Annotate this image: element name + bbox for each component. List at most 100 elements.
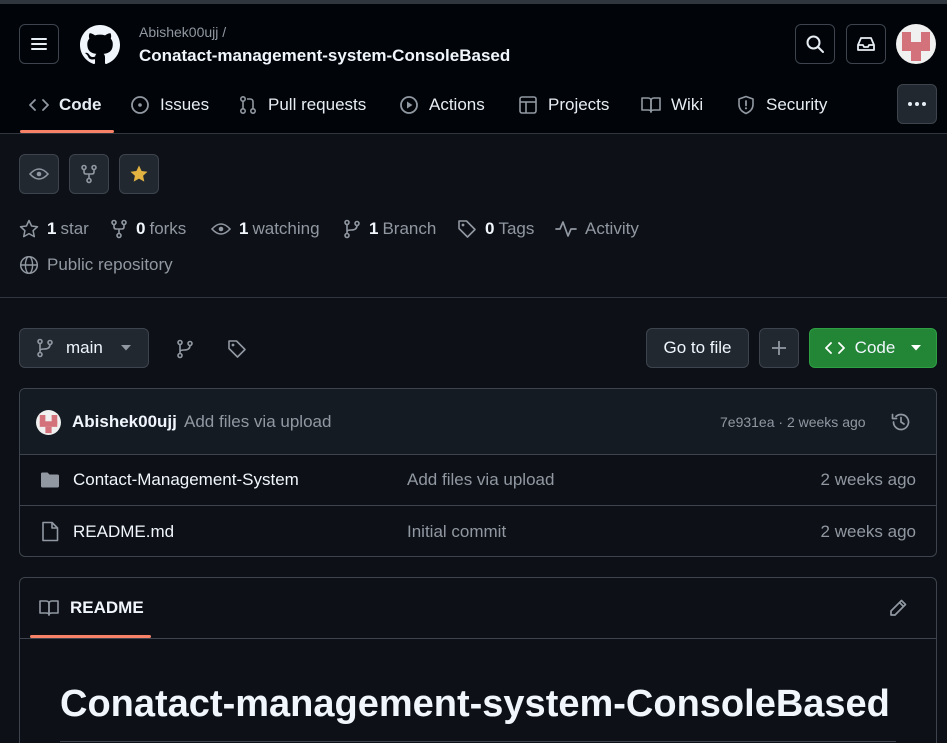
file-icon xyxy=(41,506,59,556)
branch-name: main xyxy=(66,338,103,357)
caret-down-icon xyxy=(120,345,131,351)
tag-count: 0 xyxy=(485,219,495,238)
branches-link[interactable]: 1 Branch xyxy=(343,217,436,241)
watchers-link[interactable]: 1 watching xyxy=(211,217,320,241)
hamburger-icon xyxy=(30,36,48,52)
edit-readme-button[interactable] xyxy=(888,598,910,620)
branches-button[interactable] xyxy=(172,336,198,362)
more-tabs-button[interactable] xyxy=(897,84,937,124)
github-logo-icon[interactable] xyxy=(80,25,120,65)
tag-icon xyxy=(457,219,477,239)
book-icon xyxy=(38,599,60,617)
kebab-horizontal-icon xyxy=(907,101,927,107)
eye-icon xyxy=(29,167,49,181)
file-name-link[interactable]: README.md xyxy=(73,506,174,556)
tab-issues-label: Issues xyxy=(160,95,210,114)
code-icon xyxy=(824,340,845,356)
tab-pull-requests-label: Pull requests xyxy=(268,95,367,114)
menu-button[interactable] xyxy=(19,24,59,64)
tab-code[interactable]: Code xyxy=(29,92,102,118)
search-icon xyxy=(805,34,825,54)
play-icon xyxy=(399,95,419,115)
shield-icon xyxy=(736,95,756,115)
caret-down-icon xyxy=(911,345,922,351)
tags-button[interactable] xyxy=(224,336,250,362)
star-label: star xyxy=(60,219,89,238)
globe-icon xyxy=(19,255,39,275)
tag-label: Tags xyxy=(498,219,535,238)
tag-icon xyxy=(227,339,247,359)
pull-request-icon xyxy=(238,95,258,115)
star-count: 1 xyxy=(47,219,57,238)
tab-projects-label: Projects xyxy=(548,95,610,114)
star-icon xyxy=(19,219,39,239)
readme-tab[interactable]: README xyxy=(38,598,144,618)
table-row: Contact-Management-System Add files via … xyxy=(20,455,936,506)
fork-icon xyxy=(80,164,98,184)
author-avatar[interactable] xyxy=(36,410,61,435)
file-name-link[interactable]: Contact-Management-System xyxy=(73,455,299,505)
readme-heading-rule xyxy=(60,741,896,742)
inbox-button[interactable] xyxy=(846,24,886,64)
file-commit-message[interactable]: Initial commit xyxy=(407,506,506,556)
tab-issues[interactable]: Issues xyxy=(130,92,209,118)
fork-label: forks xyxy=(149,219,187,238)
search-button[interactable] xyxy=(795,24,835,64)
tab-actions[interactable]: Actions xyxy=(399,92,485,118)
readme-tab-label: README xyxy=(70,598,144,617)
tab-wiki[interactable]: Wiki xyxy=(641,92,703,118)
readme-panel: README Conatact-management-system-Consol… xyxy=(19,577,937,743)
branch-count: 1 xyxy=(369,219,379,238)
file-commit-message[interactable]: Add files via upload xyxy=(407,455,554,505)
go-to-file-button[interactable]: Go to file xyxy=(646,328,749,368)
tab-projects[interactable]: Projects xyxy=(518,92,609,118)
add-file-button[interactable] xyxy=(759,328,799,368)
watch-count: 1 xyxy=(239,219,249,238)
tab-security-label: Security xyxy=(766,95,828,114)
watch-button[interactable] xyxy=(19,154,59,194)
commit-hash-age[interactable]: 7e931ea · 2 weeks ago xyxy=(720,389,866,454)
forks-link[interactable]: 0 forks xyxy=(110,217,186,241)
readme-tab-indicator xyxy=(30,635,151,638)
stars-link[interactable]: 1 star xyxy=(19,217,89,241)
section-divider xyxy=(0,297,947,298)
active-tab-indicator xyxy=(20,130,114,133)
fork-button[interactable] xyxy=(69,154,109,194)
branch-icon xyxy=(36,338,54,358)
plus-icon xyxy=(771,340,787,356)
table-row: README.md Initial commit 2 weeks ago xyxy=(20,506,936,556)
repo-owner-link[interactable]: Abishek00ujj / xyxy=(139,24,226,40)
tab-security[interactable]: Security xyxy=(736,92,827,118)
file-age: 2 weeks ago xyxy=(820,521,916,541)
file-age: 2 weeks ago xyxy=(820,470,916,489)
code-button-label: Code xyxy=(854,338,896,357)
file-table: Abishek00ujj Add files via upload 7e931e… xyxy=(19,388,937,557)
tags-link[interactable]: 0 Tags xyxy=(457,217,534,241)
table-icon xyxy=(518,95,538,115)
activity-link[interactable]: Activity xyxy=(555,217,639,241)
pencil-icon xyxy=(888,598,910,618)
user-avatar[interactable] xyxy=(896,24,936,64)
branch-label: Branch xyxy=(382,219,437,238)
branch-select-button[interactable]: main xyxy=(19,328,149,368)
issue-icon xyxy=(130,95,150,115)
tab-pull-requests[interactable]: Pull requests xyxy=(238,92,366,118)
pulse-icon xyxy=(555,220,577,238)
history-button[interactable] xyxy=(890,389,912,454)
repo-name-link[interactable]: Conatact-management-system-ConsoleBased xyxy=(139,46,510,66)
book-icon xyxy=(641,96,661,114)
commit-author[interactable]: Abishek00ujj xyxy=(72,389,177,454)
app-header: Abishek00ujj / Conatact-management-syste… xyxy=(0,0,947,134)
tab-code-label: Code xyxy=(59,95,102,114)
eye-icon xyxy=(211,222,231,236)
watch-label: watching xyxy=(252,219,320,238)
fork-count: 0 xyxy=(136,219,146,238)
star-filled-icon xyxy=(129,164,149,184)
latest-commit-row: Abishek00ujj Add files via upload 7e931e… xyxy=(20,389,936,455)
code-dropdown-button[interactable]: Code xyxy=(809,328,937,368)
star-button[interactable] xyxy=(119,154,159,194)
commit-message[interactable]: Add files via upload xyxy=(184,389,331,454)
folder-icon xyxy=(40,455,60,505)
visibility-text: Public repository xyxy=(47,255,173,274)
tab-wiki-label: Wiki xyxy=(671,95,704,114)
